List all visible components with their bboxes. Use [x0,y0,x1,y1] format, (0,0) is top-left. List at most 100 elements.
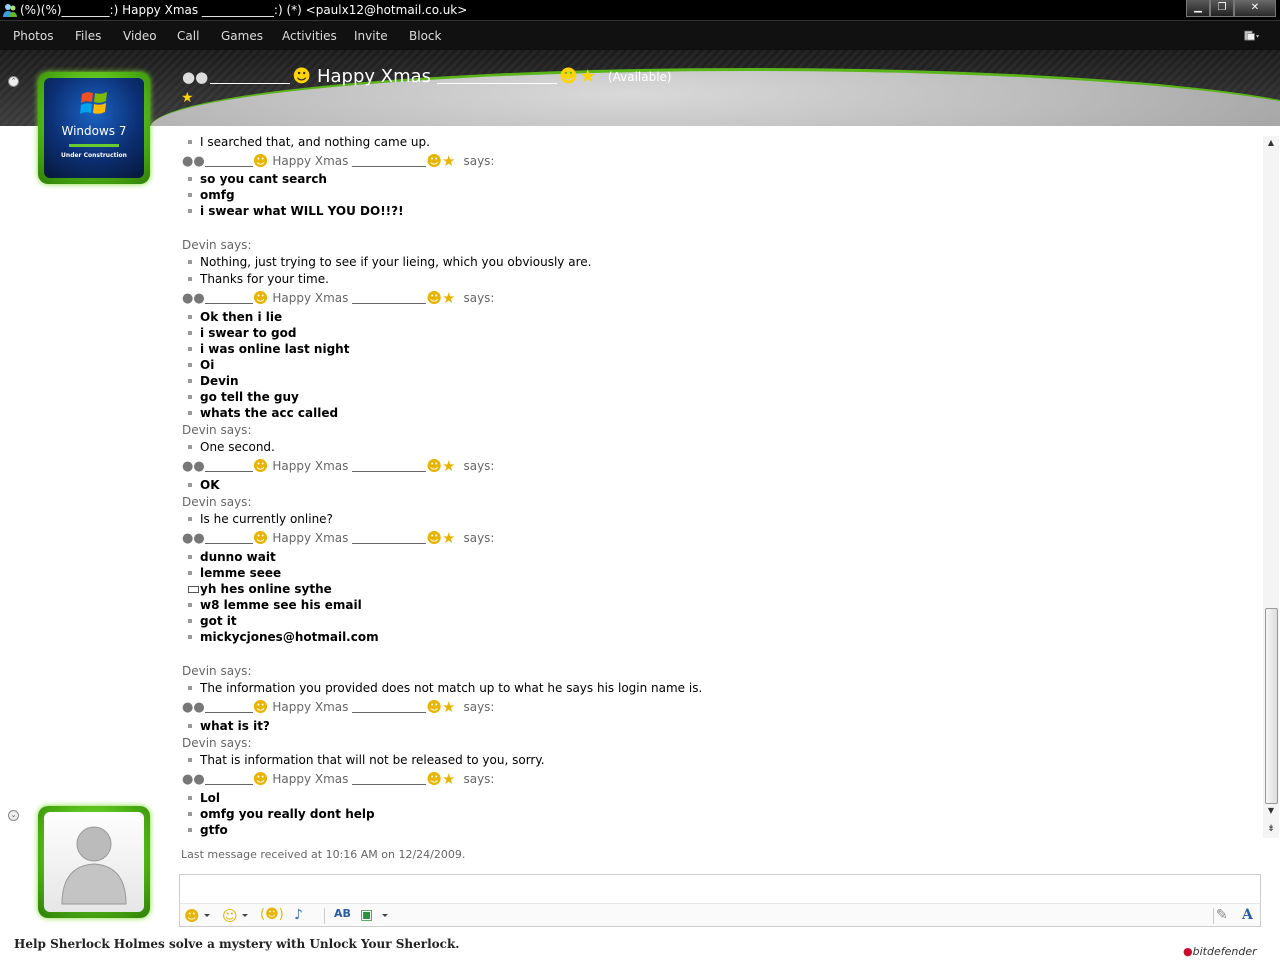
message-text: omfg [200,188,235,202]
message-item: got it [182,614,237,628]
sender-name: Happy Xmas [272,291,349,305]
wink-dropdown-icon[interactable] [242,914,248,917]
message-item: gtfo [182,823,228,837]
bullet-icon [188,482,192,487]
bullet-icon [188,176,192,181]
bullet-icon [188,208,192,213]
message-item: Devin [182,374,239,388]
message-text: Thanks for your time. [200,272,329,286]
message-text: mickycjones@hotmail.com [200,630,379,644]
menu-block[interactable]: Block [409,29,441,43]
message-item: Is he currently online? [182,512,333,526]
my-avatar[interactable] [38,806,150,918]
bullet-icon [188,757,192,762]
sender-label: Devin says: [182,423,252,437]
bullet-icon [188,811,192,816]
collapse-toggle-bottom[interactable]: ⌄ [8,810,19,821]
bullet-icon [188,685,192,690]
smiley-icon: ☻ [292,66,311,87]
message-item: i swear to god [182,326,296,340]
sender-label: Devin says: [182,664,252,678]
message-text: whats the acc called [200,406,339,420]
star-icon: ★ [181,90,194,106]
bullet-icon [188,570,192,575]
smiley-icon: ☻ [426,698,443,716]
bullet-icon [188,330,192,335]
bullet-icon [188,410,192,415]
status-text: (Available) [607,69,672,84]
says-label: says: [463,459,495,473]
menu-invite[interactable]: Invite [354,29,388,43]
message-text: i swear to god [200,326,297,340]
message-item: i swear what WILL YOU DO!!?! [182,204,404,218]
bullet-icon [188,362,192,367]
message-text: Nothing, just trying to see if your liei… [200,255,592,269]
collapse-toggle-top[interactable]: ⌃ [8,76,19,87]
close-button[interactable]: ✕ [1234,0,1276,17]
font-icon[interactable]: AB [334,907,352,925]
message-item: omfg you really dont help [182,807,375,821]
bullet-icon [188,346,192,351]
smiley-icon: ☻ [252,289,269,307]
smiley-icon: ☻ [426,289,443,307]
scroll-down-arrow[interactable]: ▼ [1263,806,1279,820]
menu-activities[interactable]: Activities [282,29,337,43]
messenger-icon [3,4,17,17]
maximize-button[interactable]: ❐ [1210,0,1234,17]
brand-suffix: defender [1206,945,1257,958]
scroll-up-arrow[interactable]: ▲ [1263,138,1279,152]
menu-photos[interactable]: Photos [13,29,53,43]
window-title: (%)(%)________:) Happy Xmas ____________… [20,3,468,17]
voice-clip-icon[interactable]: ♪ [294,907,312,925]
menu-games[interactable]: Games [221,29,263,43]
text-icon[interactable]: A [1242,907,1260,925]
message-item: yh hes online sythe [182,582,332,596]
bullet-icon [188,618,192,623]
message-text: lemme seee [200,566,282,580]
star-icon: ★ [442,457,456,475]
scroll-thumb[interactable] [1265,608,1278,804]
message-item: omfg [182,188,235,202]
says-label: says: [463,531,495,545]
bullet-icon [188,394,192,399]
emoticon-icon[interactable]: ☻ [184,907,202,925]
menu-call[interactable]: Call [177,29,199,43]
avatar-label: Windows 7 [61,124,127,138]
says-label: says: [463,154,495,168]
conversation-history: I searched that, and nothing came up. ●● ☻… [170,126,1262,848]
ad-banner-text[interactable]: Help Sherlock Holmes solve a mystery wit… [14,937,459,951]
menu-files[interactable]: Files [75,29,101,43]
message-item: OK [182,478,220,492]
sender-header: ●● ☻ Happy Xmas ☻ ★ says: [182,770,498,788]
smiley-icon: ☻ [426,152,443,170]
message-text: what is it? [200,719,270,733]
menu-video[interactable]: Video [123,29,157,43]
message-text: got it [200,614,237,628]
wink-icon[interactable]: ☺ [222,907,240,925]
paw-icon: ●● [182,458,205,474]
message-text: i swear what WILL YOU DO!!?! [200,204,404,218]
paw-icon: ●● [182,771,205,787]
bullet-icon [188,259,192,264]
last-message-status: Last message received at 10:16 AM on 12/… [181,848,466,861]
message-item: i was online last night [182,342,349,356]
windows-logo-icon [80,92,107,114]
nudge-icon[interactable]: (☻) [260,907,286,925]
contact-avatar[interactable]: Windows 7 Under Construction [38,72,150,184]
bullet-icon [188,634,192,639]
background-icon[interactable]: ▣ [360,907,378,925]
brand-prefix: bit [1192,945,1207,958]
background-dropdown-icon[interactable] [382,914,388,917]
message-item: Nothing, just trying to see if your liei… [182,255,591,269]
star-icon: ★ [442,152,456,170]
message-item: I searched that, and nothing came up. [182,135,430,149]
bullet-icon [188,314,192,319]
bullet-icon [188,139,192,144]
show-menu-icon[interactable] [1244,28,1260,44]
scroll-to-end-icon[interactable]: ⇟ [1264,824,1278,836]
minimize-button[interactable]: ▁ [1186,0,1210,17]
message-input[interactable] [179,874,1261,904]
emoticon-dropdown-icon[interactable] [204,914,210,917]
handwriting-icon[interactable]: ✎ [1216,907,1234,925]
bullet-icon [188,192,192,197]
